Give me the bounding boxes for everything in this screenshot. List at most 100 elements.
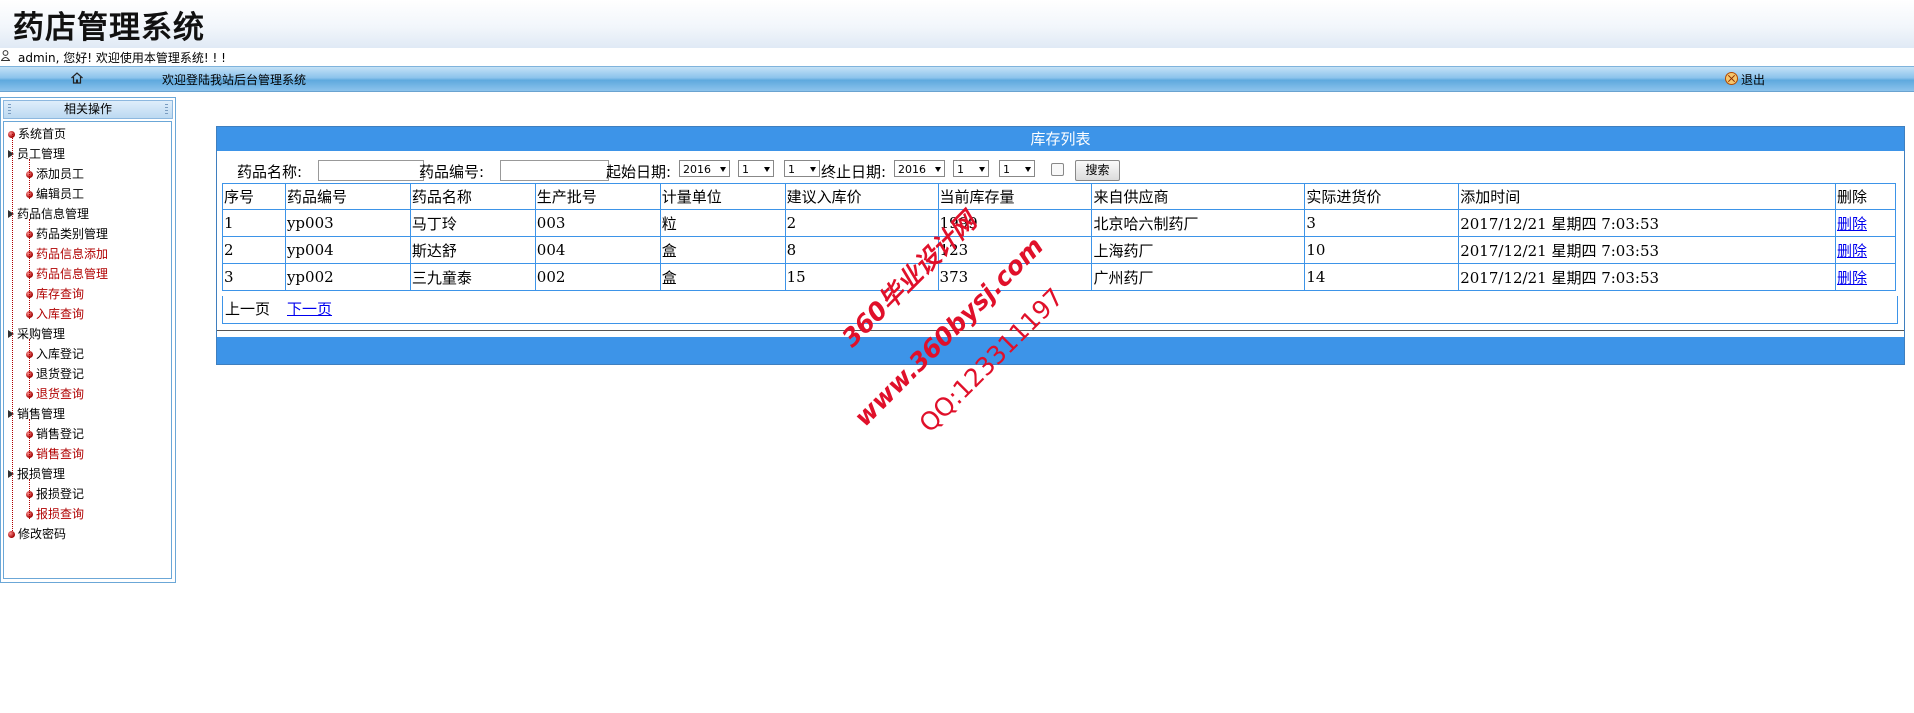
sidebar-item[interactable]: 采购管理 bbox=[8, 327, 65, 341]
end-year-select[interactable]: 2016 bbox=[894, 160, 945, 177]
column-header: 添加时间 bbox=[1458, 183, 1836, 210]
table-cell: 002 bbox=[534, 263, 661, 291]
sidebar-item[interactable]: 药品信息管理 bbox=[26, 267, 108, 281]
tree-connector bbox=[29, 159, 30, 199]
table-cell: yp004 bbox=[284, 236, 411, 264]
end-date-label: 终止日期: bbox=[821, 163, 887, 181]
end-day-select[interactable]: 1 bbox=[999, 160, 1035, 177]
sidebar-item[interactable]: 药品信息添加 bbox=[26, 247, 108, 261]
tree-root-connector bbox=[12, 134, 13, 531]
column-header: 实际进货价 bbox=[1304, 183, 1460, 210]
sidebar-item[interactable]: 添加员工 bbox=[26, 167, 84, 181]
panel-footer bbox=[217, 337, 1904, 364]
home-icon[interactable] bbox=[70, 71, 84, 85]
start-month-select[interactable]: 1 bbox=[738, 160, 774, 177]
sidebar-item[interactable]: 入库登记 bbox=[26, 347, 84, 361]
sidebar-item[interactable]: 系统首页 bbox=[8, 127, 66, 141]
table-row: 2 yp004 斯达舒 004 盒 8 123 上海药厂 10 2017/12/21 星期四 7:… bbox=[222, 236, 1896, 264]
sidebar-item[interactable]: 报损管理 bbox=[8, 467, 65, 481]
inventory-table: 序号 药品编号 药品名称 生产批号 计量单位 建议入库价 当前库存量 来自供应商 实际进货价 添加… bbox=[222, 183, 1896, 291]
sidebar-item[interactable]: 入库查询 bbox=[26, 307, 84, 321]
logout-label: 退出 bbox=[1741, 73, 1766, 87]
sidebar-item-label: 退货登记 bbox=[36, 367, 85, 381]
table-cell: yp003 bbox=[284, 209, 411, 237]
sidebar-item-label: 报损登记 bbox=[36, 487, 85, 501]
table-cell: 2017/12/21 星期四 7:03:53 bbox=[1458, 236, 1836, 264]
logout-link[interactable]: 退出 bbox=[1725, 71, 1765, 88]
nav-welcome-text: 欢迎登陆我站后台管理系统 bbox=[162, 73, 307, 87]
table-cell: 2017/12/21 星期四 7:03:53 bbox=[1458, 263, 1836, 291]
panel-title: 库存列表 bbox=[217, 127, 1904, 151]
sidebar-header: 相关操作 bbox=[3, 100, 173, 119]
start-date-label: 起始日期: bbox=[606, 163, 672, 181]
sidebar-item-label: 报损管理 bbox=[17, 467, 66, 481]
drug-code-input[interactable] bbox=[500, 160, 609, 181]
delete-link[interactable]: 删除 bbox=[1837, 215, 1867, 233]
search-form: 药品名称: 药品编号: 起始日期: 2016 1 1 终止日期: 2016 1 … bbox=[217, 160, 1904, 181]
delete-link[interactable]: 删除 bbox=[1837, 269, 1867, 287]
sidebar-item-label: 采购管理 bbox=[17, 327, 66, 341]
sidebar-item-label: 系统首页 bbox=[18, 127, 67, 141]
sidebar-item-label: 药品类别管理 bbox=[36, 227, 109, 241]
expand-arrow-icon bbox=[8, 330, 14, 338]
table-header-row: 序号 药品编号 药品名称 生产批号 计量单位 建议入库价 当前库存量 来自供应商 实际进货价 添加… bbox=[222, 183, 1896, 210]
sidebar-item[interactable]: 销售查询 bbox=[26, 447, 84, 461]
table-cell: 三九童泰 bbox=[409, 263, 536, 291]
expand-arrow-icon bbox=[8, 410, 14, 418]
table-cell: 2017/12/21 星期四 7:03:53 bbox=[1458, 209, 1836, 237]
table-cell: 盒 bbox=[659, 263, 786, 291]
welcome-bar: admin, 您好! 欢迎使用本管理系统! ! ! bbox=[0, 48, 1914, 65]
sidebar-tree: 系统首页 员工管理 添加员工 编辑员工 药品信息管理 药品类别管理 药品信息添加 药品信息管理… bbox=[3, 121, 172, 579]
sidebar-item[interactable]: 报损查询 bbox=[26, 507, 84, 521]
sidebar-item[interactable]: 销售登记 bbox=[26, 427, 84, 441]
sidebar-item[interactable]: 药品类别管理 bbox=[26, 227, 108, 241]
table-cell: 3 bbox=[1304, 209, 1460, 237]
sidebar-item-label: 销售查询 bbox=[36, 447, 85, 461]
logout-icon bbox=[1725, 72, 1738, 85]
column-header: 生产批号 bbox=[534, 183, 661, 210]
start-day-select[interactable]: 1 bbox=[784, 160, 820, 177]
table-cell: yp002 bbox=[284, 263, 411, 291]
column-header: 序号 bbox=[222, 183, 286, 210]
table-cell: 3 bbox=[222, 263, 286, 291]
tree-connector bbox=[29, 219, 30, 319]
grip-icon bbox=[8, 104, 11, 114]
table-row: 3 yp002 三九童泰 002 盒 15 373 广州药厂 14 2017/12/21 星期四 … bbox=[222, 263, 1896, 291]
sidebar-item[interactable]: 修改密码 bbox=[8, 527, 66, 541]
sidebar-item[interactable]: 报损登记 bbox=[26, 487, 84, 501]
end-month-select[interactable]: 1 bbox=[953, 160, 989, 177]
sidebar-item-label: 库存查询 bbox=[36, 287, 85, 301]
column-header: 删除 bbox=[1835, 183, 1896, 210]
sidebar-item-label: 修改密码 bbox=[18, 527, 67, 541]
table-row: 1 yp003 马丁玲 003 粒 2 1999 北京哈六制药厂 3 2017/12/21 星期四… bbox=[222, 209, 1896, 237]
sidebar-item-label: 入库查询 bbox=[36, 307, 85, 321]
inventory-panel: 库存列表 药品名称: 药品编号: 起始日期: 2016 1 1 终止日期: 20… bbox=[216, 126, 1905, 365]
prev-page[interactable]: 上一页 bbox=[225, 296, 270, 323]
panel-divider bbox=[217, 330, 1904, 331]
sidebar-item[interactable]: 退货查询 bbox=[26, 387, 84, 401]
sidebar-item[interactable]: 库存查询 bbox=[26, 287, 84, 301]
column-header: 来自供应商 bbox=[1091, 183, 1306, 210]
grip-icon bbox=[165, 104, 168, 114]
table-cell: 盒 bbox=[659, 236, 786, 264]
drug-name-input[interactable] bbox=[318, 160, 424, 181]
next-page-link[interactable]: 下一页 bbox=[287, 296, 332, 323]
sidebar-item-label: 退货查询 bbox=[36, 387, 85, 401]
filter-checkbox[interactable] bbox=[1051, 163, 1064, 176]
tree-connector bbox=[29, 419, 30, 459]
sidebar-item-label: 入库登记 bbox=[36, 347, 85, 361]
tree-node-icon bbox=[8, 531, 15, 538]
sidebar-item[interactable]: 员工管理 bbox=[8, 147, 65, 161]
expand-arrow-icon bbox=[8, 470, 14, 478]
delete-link[interactable]: 删除 bbox=[1837, 242, 1867, 260]
sidebar-item[interactable]: 编辑员工 bbox=[26, 187, 84, 201]
table-cell: 2 bbox=[222, 236, 286, 264]
sidebar-item[interactable]: 药品信息管理 bbox=[8, 207, 89, 221]
start-year-select[interactable]: 2016 bbox=[679, 160, 730, 177]
drug-name-label: 药品名称: bbox=[237, 163, 303, 181]
sidebar-item-label: 药品信息管理 bbox=[17, 207, 90, 221]
column-header: 药品编号 bbox=[284, 183, 411, 210]
sidebar-item[interactable]: 退货登记 bbox=[26, 367, 84, 381]
search-button[interactable]: 搜索 bbox=[1075, 160, 1120, 181]
sidebar-item[interactable]: 销售管理 bbox=[8, 407, 65, 421]
